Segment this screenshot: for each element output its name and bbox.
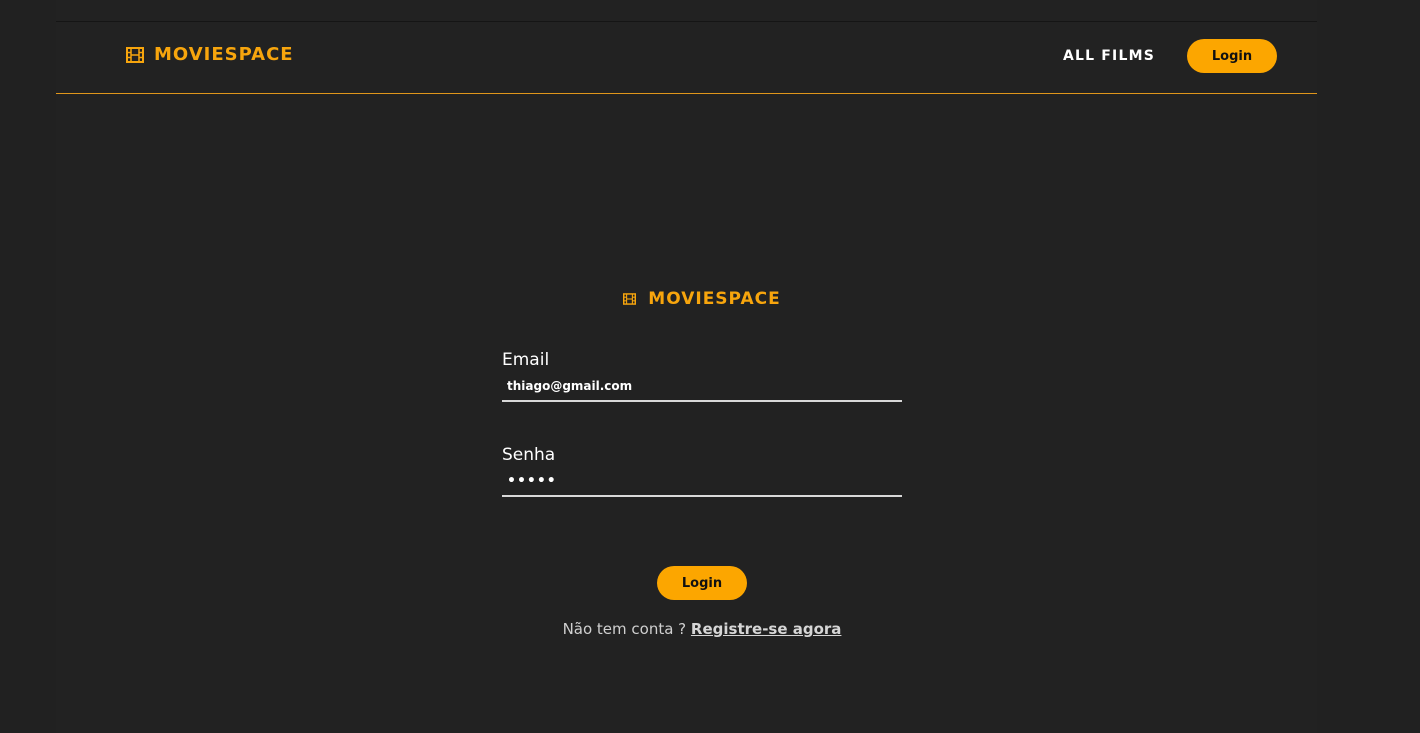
nav-all-films-link[interactable]: ALL FILMS <box>1063 48 1155 64</box>
film-icon <box>623 293 637 305</box>
password-field-group: Senha <box>502 443 902 497</box>
page-container: MOVIESPACE ALL FILMS Login MOVIESPACE Em… <box>56 0 1317 733</box>
submit-row: Login <box>502 566 902 600</box>
no-account-text: Não tem conta ? <box>562 620 691 638</box>
brand-logo[interactable]: MOVIESPACE <box>126 44 294 65</box>
form-brand-logo: MOVIESPACE <box>502 286 902 312</box>
register-prompt: Não tem conta ? Registre-se agora <box>502 620 902 638</box>
email-field-group: Email <box>502 348 902 402</box>
form-brand-name: MOVIESPACE <box>648 289 781 309</box>
film-icon <box>126 46 144 63</box>
email-field[interactable] <box>502 372 902 402</box>
email-label: Email <box>502 350 550 370</box>
password-field[interactable] <box>502 467 902 497</box>
nav-login-button[interactable]: Login <box>1187 39 1277 73</box>
brand-name: MOVIESPACE <box>154 44 294 65</box>
register-link[interactable]: Registre-se agora <box>691 620 842 638</box>
login-submit-button[interactable]: Login <box>657 566 747 600</box>
navbar: MOVIESPACE ALL FILMS Login <box>56 22 1317 94</box>
login-form: MOVIESPACE Email Senha Login Não tem con… <box>502 286 902 638</box>
password-label: Senha <box>502 445 556 465</box>
nav-menu: ALL FILMS Login <box>1063 39 1277 73</box>
